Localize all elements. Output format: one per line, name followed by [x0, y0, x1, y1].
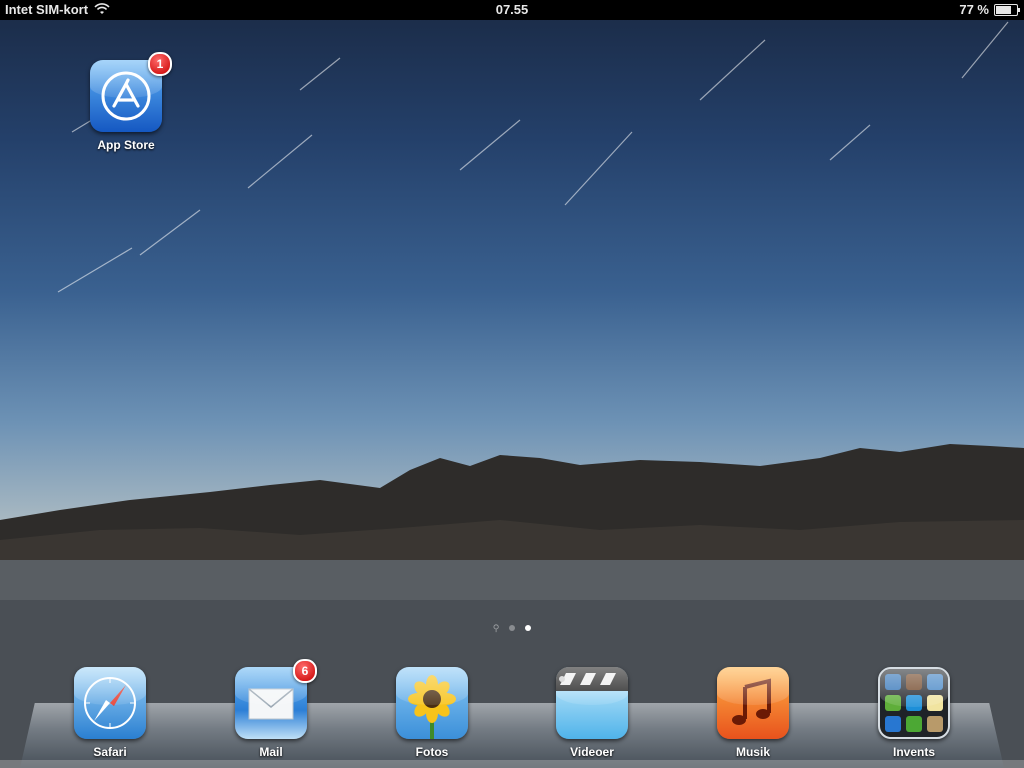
app-label: App Store — [97, 138, 155, 152]
app-label: Fotos — [415, 745, 449, 759]
folder-icon — [878, 667, 950, 739]
app-label: Musik — [735, 745, 770, 759]
folder-app-icon — [927, 674, 943, 690]
folder-app-icon — [906, 716, 922, 732]
dock-edge — [0, 760, 1024, 768]
page-dot-1[interactable] — [509, 625, 516, 631]
safari-compass-icon — [74, 667, 146, 739]
app-label: Videoer — [570, 745, 614, 759]
battery-percent: 77 % — [959, 2, 989, 17]
app-label: Mail — [259, 745, 283, 759]
battery-icon — [994, 3, 1020, 16]
page-dot-2[interactable] — [525, 625, 532, 631]
search-page-icon[interactable]: ⚲ — [493, 624, 500, 633]
battery-indicator: 77 % — [959, 2, 1020, 17]
folder-app-icon — [906, 674, 922, 690]
status-bar: Intet SIM-kort 07.55 77 % — [0, 0, 1024, 20]
app-store-app[interactable]: 1 App Store — [76, 52, 176, 152]
mail-app[interactable]: 6 Mail — [221, 659, 321, 759]
page-indicator[interactable]: ⚲ — [0, 624, 1024, 633]
safari-app[interactable]: Safari — [60, 667, 160, 759]
folder-app-icon — [927, 695, 943, 711]
invents-folder[interactable]: Invents — [864, 667, 964, 759]
folder-app-icon — [906, 695, 922, 711]
dock — [20, 703, 1004, 768]
folder-preview-grid — [885, 674, 943, 732]
app-label: Safari — [93, 745, 127, 759]
music-app[interactable]: Musik — [703, 667, 803, 759]
app-store-badge: 1 — [148, 52, 172, 76]
sunflower-photos-icon — [396, 667, 468, 739]
folder-app-icon — [927, 716, 943, 732]
clapperboard-icon — [556, 667, 628, 739]
folder-app-icon — [885, 695, 901, 711]
photos-app[interactable]: Fotos — [382, 667, 482, 759]
folder-app-icon — [885, 674, 901, 690]
folder-app-icon — [885, 716, 901, 732]
videos-app[interactable]: Videoer — [542, 667, 642, 759]
clock: 07.55 — [495, 2, 529, 17]
music-note-icon — [717, 667, 789, 739]
app-label: Invents — [892, 745, 935, 759]
mail-badge: 6 — [293, 659, 317, 683]
